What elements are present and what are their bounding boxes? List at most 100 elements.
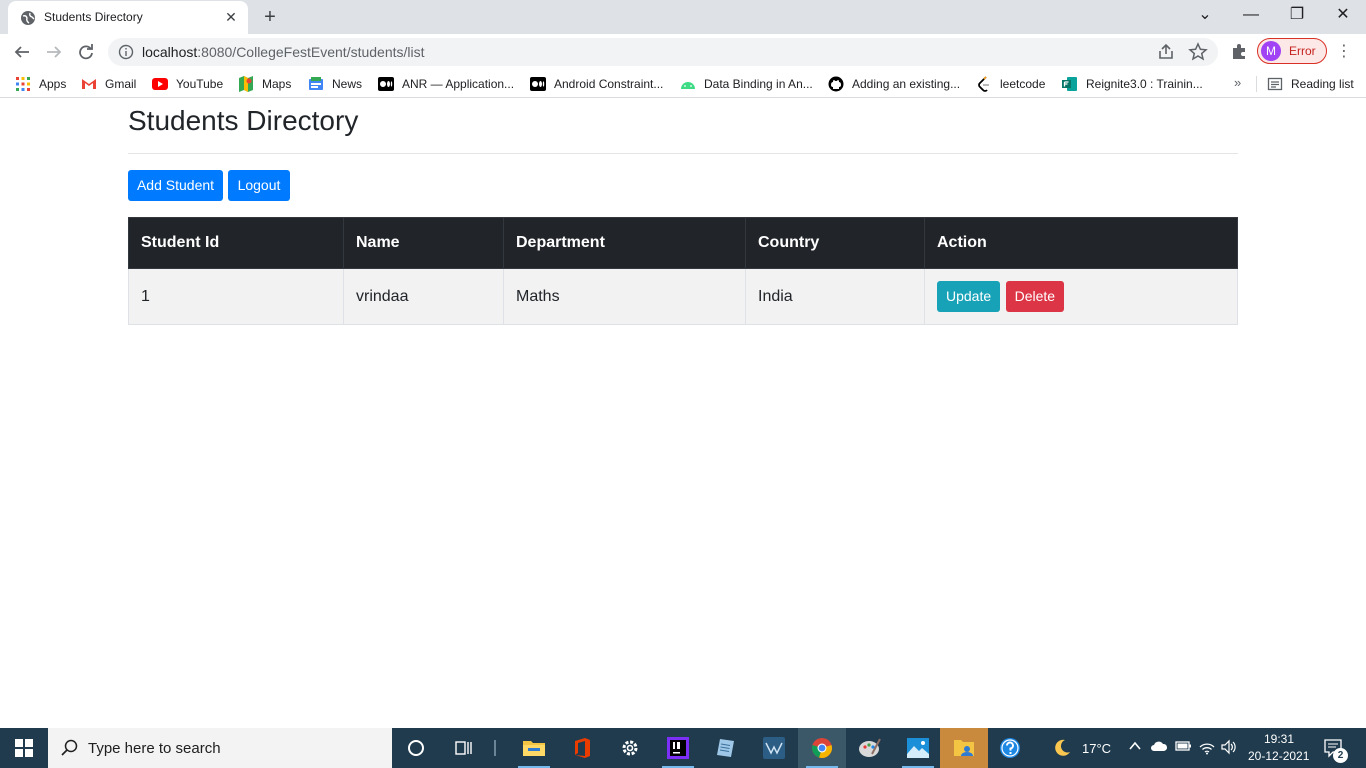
- bookmark-reignite[interactable]: Reignite3.0 : Trainin...: [1062, 75, 1203, 93]
- cell-student-id: 1: [128, 268, 344, 325]
- cell-name: vrindaa: [343, 268, 504, 325]
- forward-button[interactable]: [40, 38, 68, 66]
- cortana-button[interactable]: [392, 728, 440, 768]
- bookmark-apps[interactable]: Apps: [15, 75, 66, 93]
- folder-user-icon: [954, 740, 974, 756]
- add-student-button[interactable]: Add Student: [128, 170, 223, 201]
- file-explorer-taskbar-button[interactable]: [510, 728, 558, 768]
- leetcode-icon: [978, 76, 989, 92]
- close-window-button[interactable]: ✕: [1320, 0, 1366, 32]
- url-text: localhost:8080/CollegeFestEvent/students…: [142, 44, 425, 60]
- help-taskbar-button[interactable]: [986, 728, 1034, 768]
- more-menu-icon[interactable]: ⋮: [1336, 42, 1352, 62]
- settings-taskbar-button[interactable]: [606, 728, 654, 768]
- photos-icon: [907, 738, 929, 758]
- search-icon: [61, 739, 78, 756]
- column-header-name: Name: [343, 217, 504, 269]
- moon-weather-icon: [1055, 739, 1070, 756]
- globe-icon: [21, 11, 35, 25]
- table-header-row: Student Id Name Department Country Actio…: [128, 217, 1238, 269]
- photos-taskbar-button[interactable]: [894, 728, 942, 768]
- chevron-up-icon[interactable]: [1126, 739, 1144, 757]
- android-icon: [681, 82, 695, 89]
- reload-icon: [79, 44, 93, 60]
- tab-strip: Students Directory ✕ + ⌄ — ❐ ✕: [0, 0, 1366, 34]
- new-tab-button[interactable]: +: [258, 5, 282, 29]
- chrome-taskbar-button[interactable]: [798, 728, 846, 768]
- paint-taskbar-button[interactable]: [846, 728, 894, 768]
- volume-icon[interactable]: [1220, 739, 1238, 757]
- intellij-taskbar-button[interactable]: [654, 728, 702, 768]
- divider: [1256, 76, 1257, 92]
- update-button[interactable]: Update: [937, 281, 1001, 312]
- bookmark-data-binding[interactable]: Data Binding in An...: [680, 75, 813, 93]
- clock-date[interactable]: 20-12-2021: [1248, 749, 1309, 763]
- bookmark-youtube[interactable]: YouTube: [152, 75, 223, 93]
- info-icon: [118, 44, 134, 60]
- gmail-icon: [82, 79, 96, 89]
- avatar: M: [1261, 41, 1281, 61]
- reading-list-icon: [1267, 77, 1283, 91]
- back-button[interactable]: [8, 38, 36, 66]
- folder-icon: [523, 741, 545, 756]
- notification-count-badge: 2: [1333, 748, 1348, 763]
- start-button[interactable]: [0, 728, 48, 768]
- github-icon: [828, 76, 844, 92]
- notepad-icon: [717, 739, 734, 757]
- tab-students-directory[interactable]: Students Directory ✕: [8, 1, 248, 34]
- delete-button[interactable]: Delete: [1005, 281, 1065, 312]
- medium-icon: [530, 77, 546, 91]
- cortana-icon: [408, 740, 424, 756]
- page-content: Students Directory Add Student Logout St…: [0, 99, 1366, 728]
- weather-temperature[interactable]: 17°C: [1082, 741, 1111, 756]
- windows-taskbar: Type here to search 17°C 19:31 20-12-202…: [0, 728, 1366, 768]
- table-row: 1 vrindaa Maths India Update Delete: [128, 268, 1238, 325]
- onedrive-cloud-icon[interactable]: [1150, 739, 1168, 757]
- taskbar-search-input[interactable]: Type here to search: [48, 728, 392, 768]
- search-placeholder: Type here to search: [88, 740, 221, 757]
- address-bar[interactable]: localhost:8080/CollegeFestEvent/students…: [108, 38, 1218, 66]
- share-icon[interactable]: [1156, 42, 1176, 62]
- battery-icon[interactable]: [1174, 739, 1192, 757]
- bookmark-star-icon[interactable]: [1188, 42, 1208, 62]
- mysql-workbench-icon: [763, 737, 785, 759]
- bookmark-gmail[interactable]: Gmail: [81, 75, 136, 93]
- students-table: Student Id Name Department Country Actio…: [128, 217, 1238, 325]
- mysql-workbench-taskbar-button[interactable]: [750, 728, 798, 768]
- divider: [128, 153, 1238, 154]
- logout-button[interactable]: Logout: [228, 170, 290, 201]
- browser-toolbar: localhost:8080/CollegeFestEvent/students…: [0, 34, 1366, 70]
- windows-logo-icon: [15, 739, 33, 757]
- office-taskbar-button[interactable]: [558, 728, 606, 768]
- tab-close-icon[interactable]: ✕: [222, 8, 240, 26]
- reload-button[interactable]: [72, 38, 100, 66]
- minimize-button[interactable]: —: [1228, 0, 1274, 32]
- cell-department: Maths: [503, 268, 746, 325]
- clock-time[interactable]: 19:31: [1264, 732, 1294, 746]
- bookmark-adding-existing[interactable]: Adding an existing...: [828, 75, 960, 93]
- help-icon: [1000, 738, 1020, 758]
- paint-palette-icon: [859, 738, 881, 757]
- arrow-right-icon: [47, 46, 62, 58]
- notes-taskbar-button[interactable]: [702, 728, 750, 768]
- bookmark-news[interactable]: News: [308, 75, 362, 93]
- column-header-action: Action: [924, 217, 1238, 269]
- bookmarks-overflow-icon[interactable]: »: [1234, 75, 1241, 90]
- column-header-country: Country: [745, 217, 925, 269]
- office-icon: [575, 738, 590, 758]
- chrome-icon: [812, 738, 832, 758]
- reading-list-button[interactable]: Reading list: [1267, 75, 1354, 93]
- bookmark-maps[interactable]: Maps: [238, 75, 291, 93]
- bookmark-android-constraint[interactable]: Android Constraint...: [530, 75, 663, 93]
- folder-taskbar-button[interactable]: [940, 728, 988, 768]
- restore-button[interactable]: ❐: [1274, 0, 1320, 32]
- task-view-button[interactable]: [440, 728, 488, 768]
- bookmark-anr[interactable]: ANR — Application...: [378, 75, 514, 93]
- column-header-department: Department: [503, 217, 746, 269]
- profile-button[interactable]: M Error: [1257, 38, 1327, 64]
- tab-title: Students Directory: [44, 10, 143, 24]
- wifi-icon[interactable]: [1198, 739, 1216, 757]
- tab-search-dropdown-icon[interactable]: ⌄: [1182, 0, 1228, 32]
- extensions-puzzle-icon[interactable]: [1229, 42, 1249, 62]
- bookmark-leetcode[interactable]: leetcode: [976, 75, 1045, 93]
